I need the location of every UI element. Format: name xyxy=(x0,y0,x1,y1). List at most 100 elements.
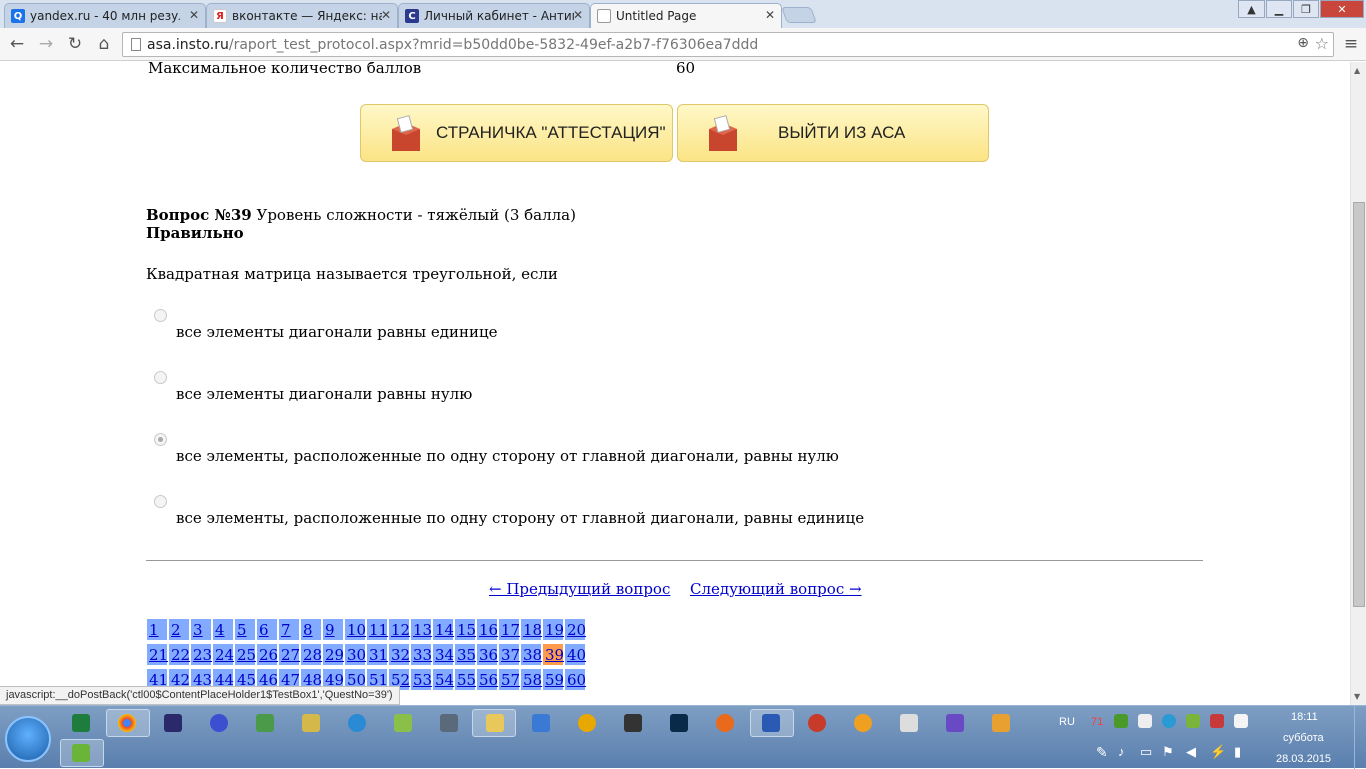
bookmark-star-icon[interactable]: ☆ xyxy=(1315,34,1329,53)
close-icon[interactable]: ✕ xyxy=(573,8,583,22)
volume-icon[interactable]: ◀ xyxy=(1186,744,1196,760)
home-icon[interactable]: ⌂ xyxy=(93,33,115,55)
utility-app-icon[interactable] xyxy=(256,714,274,732)
question-grid-link-39[interactable]: 39 xyxy=(543,644,564,665)
question-grid-link-2[interactable]: 2 xyxy=(169,619,189,640)
question-grid-link-15[interactable]: 15 xyxy=(455,619,476,640)
restore-icon[interactable]: ❐ xyxy=(1293,0,1319,18)
chrome-icon[interactable] xyxy=(118,714,136,732)
question-grid-link-19[interactable]: 19 xyxy=(543,619,564,640)
question-grid-link-35[interactable]: 35 xyxy=(455,644,476,665)
video-app-icon[interactable] xyxy=(808,714,826,732)
camera-icon[interactable] xyxy=(624,714,642,732)
tray-window-icon[interactable] xyxy=(1234,714,1248,728)
network-signal-icon[interactable]: ▮ xyxy=(1234,744,1241,760)
clock-time[interactable]: 18:11 xyxy=(1291,711,1318,723)
question-grid-link-30[interactable]: 30 xyxy=(345,644,366,665)
power-icon[interactable]: ⚡ xyxy=(1210,744,1226,760)
tray-tools-icon[interactable] xyxy=(1210,714,1224,728)
pen-icon[interactable]: ✎ xyxy=(1096,744,1108,761)
close-icon[interactable]: ✕ xyxy=(765,8,775,22)
question-grid-link-31[interactable]: 31 xyxy=(367,644,388,665)
question-grid-link-17[interactable]: 17 xyxy=(499,619,520,640)
daemon-tools-icon[interactable] xyxy=(210,714,228,732)
question-grid-link-20[interactable]: 20 xyxy=(565,619,586,640)
aimp-icon[interactable] xyxy=(578,714,596,732)
menu-icon[interactable]: ≡ xyxy=(1340,33,1362,55)
app-2-icon[interactable] xyxy=(854,714,872,732)
question-grid-link-4[interactable]: 4 xyxy=(213,619,233,640)
clock-date[interactable]: 28.03.2015 xyxy=(1276,753,1331,765)
exit-asa-button[interactable]: ВЫЙТИ ИЗ АСА xyxy=(677,104,989,162)
attestation-page-button[interactable]: СТРАНИЧКА "АТТЕСТАЦИЯ" xyxy=(360,104,673,162)
speaker-icon[interactable]: ♪ xyxy=(1118,744,1125,759)
question-grid-link-37[interactable]: 37 xyxy=(499,644,520,665)
question-grid-link-11[interactable]: 11 xyxy=(367,619,388,640)
question-grid-link-32[interactable]: 32 xyxy=(389,644,410,665)
firefox-icon[interactable] xyxy=(716,714,734,732)
question-grid-link-56[interactable]: 56 xyxy=(477,669,498,690)
explorer-folder-icon[interactable] xyxy=(486,714,504,732)
tab-yandex-search[interactable]: Q yandex.ru - 40 млн резуль ✕ xyxy=(4,3,206,28)
language-indicator[interactable]: RU xyxy=(1059,716,1075,728)
question-grid-link-60[interactable]: 60 xyxy=(565,669,586,690)
question-grid-link-38[interactable]: 38 xyxy=(521,644,542,665)
question-grid-link-6[interactable]: 6 xyxy=(257,619,277,640)
calculator-icon[interactable] xyxy=(440,714,458,732)
display-icon[interactable]: ▭ xyxy=(1140,744,1152,760)
question-grid-link-5[interactable]: 5 xyxy=(235,619,255,640)
question-grid-link-18[interactable]: 18 xyxy=(521,619,542,640)
tray-counter-icon[interactable]: 71 xyxy=(1091,716,1103,728)
internet-explorer-icon[interactable] xyxy=(348,714,366,732)
close-icon[interactable]: ✕ xyxy=(189,8,199,22)
tab-personal-cabinet[interactable]: C Личный кабинет - Антип ✕ xyxy=(398,3,590,28)
scrollbar-thumb[interactable] xyxy=(1353,202,1365,607)
question-grid-link-9[interactable]: 9 xyxy=(323,619,343,640)
user-icon[interactable]: ▲ xyxy=(1238,0,1265,18)
nvidia-icon[interactable] xyxy=(1114,714,1128,728)
question-grid-link-13[interactable]: 13 xyxy=(411,619,432,640)
question-grid-link-21[interactable]: 21 xyxy=(147,644,168,665)
bluestacks-icon[interactable] xyxy=(72,744,90,762)
photoshop-icon[interactable] xyxy=(670,714,688,732)
visual-studio-icon[interactable] xyxy=(946,714,964,732)
question-grid-link-54[interactable]: 54 xyxy=(433,669,454,690)
question-grid-link-27[interactable]: 27 xyxy=(279,644,300,665)
question-grid-link-59[interactable]: 59 xyxy=(543,669,564,690)
question-grid-link-36[interactable]: 36 xyxy=(477,644,498,665)
question-grid-link-1[interactable]: 1 xyxy=(147,619,167,640)
scroll-down-icon[interactable]: ▼ xyxy=(1354,692,1360,701)
window-close-icon[interactable]: ✕ xyxy=(1320,0,1364,18)
tab-untitled-page[interactable]: Untitled Page ✕ xyxy=(590,3,782,28)
question-grid-link-7[interactable]: 7 xyxy=(279,619,299,640)
show-desktop-button[interactable] xyxy=(1354,706,1366,769)
question-grid-link-57[interactable]: 57 xyxy=(499,669,520,690)
tab-vkontakte-search[interactable]: Я вконтакте — Яндекс: най ✕ xyxy=(206,3,398,28)
question-grid-link-29[interactable]: 29 xyxy=(323,644,344,665)
question-grid-link-22[interactable]: 22 xyxy=(169,644,190,665)
wifi-app-icon[interactable] xyxy=(394,714,412,732)
question-grid-link-28[interactable]: 28 xyxy=(301,644,322,665)
player-icon[interactable] xyxy=(992,714,1010,732)
option-radio-1[interactable] xyxy=(154,309,167,322)
zoom-icon[interactable]: ⊕ xyxy=(1297,35,1309,51)
tray-app-icon[interactable] xyxy=(1138,714,1152,728)
option-radio-3[interactable] xyxy=(154,433,167,446)
question-grid-link-24[interactable]: 24 xyxy=(213,644,234,665)
new-tab-button[interactable] xyxy=(781,7,817,23)
tray-bluestacks-icon[interactable] xyxy=(1186,714,1200,728)
skype-icon[interactable] xyxy=(1162,714,1176,728)
question-grid-link-16[interactable]: 16 xyxy=(477,619,498,640)
reload-icon[interactable]: ↻ xyxy=(64,33,86,55)
media-player-icon[interactable] xyxy=(164,714,182,732)
address-bar[interactable]: asa.insto.ru/raport_test_protocol.aspx?m… xyxy=(122,32,1334,57)
forward-arrow-icon[interactable]: → xyxy=(35,33,57,55)
audio-app-icon[interactable] xyxy=(532,714,550,732)
question-grid-link-10[interactable]: 10 xyxy=(345,619,366,640)
next-question-link[interactable]: Следующий вопрос → xyxy=(690,580,862,598)
question-grid-link-34[interactable]: 34 xyxy=(433,644,454,665)
question-grid-link-23[interactable]: 23 xyxy=(191,644,212,665)
clock-day[interactable]: суббота xyxy=(1283,732,1324,744)
option-radio-4[interactable] xyxy=(154,495,167,508)
question-grid-link-26[interactable]: 26 xyxy=(257,644,278,665)
